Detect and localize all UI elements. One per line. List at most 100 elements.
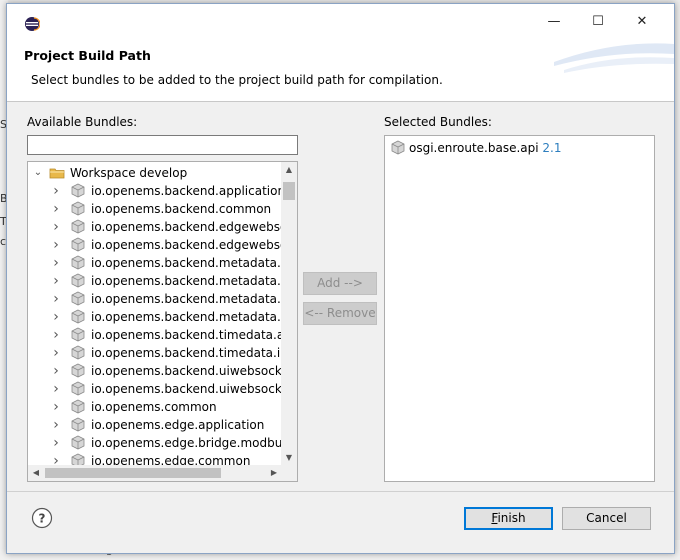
- selected-bundle-name: osgi.enroute.base.api: [409, 141, 539, 155]
- chevron-right-icon[interactable]: ›: [50, 254, 62, 272]
- help-icon[interactable]: ?: [31, 507, 53, 529]
- tree-item-label: io.openems.backend.metadata.dummy: [91, 274, 282, 288]
- maximize-button[interactable]: ☐: [578, 10, 618, 34]
- chevron-right-icon[interactable]: ›: [50, 416, 62, 434]
- bundle-filter-input[interactable]: [27, 135, 298, 155]
- bundle-jar-icon: [71, 309, 85, 324]
- bundle-jar-icon: [71, 327, 85, 342]
- tree-item-label: io.openems.backend.uiwebsocket.a: [91, 364, 282, 378]
- tree-item-label: io.openems.backend.timedata.api: [91, 328, 282, 342]
- dialog-banner: Project Build Path Select bundles to be …: [7, 40, 674, 102]
- bundle-jar-icon: [71, 183, 85, 198]
- available-bundles-label: Available Bundles:: [27, 115, 138, 129]
- tree-item[interactable]: › io.openems.backend.timedata.influx: [28, 344, 282, 362]
- tree-item[interactable]: › io.openems.backend.uiwebsocket.i: [28, 380, 282, 398]
- tree-item[interactable]: › io.openems.common: [28, 398, 282, 416]
- remove-button[interactable]: <-- Remove: [303, 302, 377, 325]
- chevron-right-icon[interactable]: ›: [50, 344, 62, 362]
- bundle-jar-icon: [71, 255, 85, 270]
- tree-item[interactable]: › io.openems.backend.common: [28, 200, 282, 218]
- chevron-right-icon[interactable]: ›: [50, 452, 62, 466]
- chevron-right-icon[interactable]: ›: [50, 362, 62, 380]
- chevron-right-icon[interactable]: ›: [50, 218, 62, 236]
- dialog-description: Select bundles to be added to the projec…: [31, 73, 443, 87]
- tree-content: ⌄ Workspace develop › io.openems.backend.…: [28, 162, 282, 466]
- bundle-jar-icon: [71, 219, 85, 234]
- tree-item-label: io.openems.edge.application: [91, 418, 265, 432]
- cancel-button[interactable]: Cancel: [562, 507, 651, 530]
- bundle-jar-icon: [71, 201, 85, 216]
- bundle-jar-icon: [71, 399, 85, 414]
- tree-item[interactable]: › io.openems.edge.bridge.modbus: [28, 434, 282, 452]
- tree-item-label: io.openems.edge.bridge.modbus: [91, 436, 282, 450]
- dialog-title: Project Build Path: [24, 48, 151, 63]
- tree-item-label: io.openems.backend.application: [91, 184, 282, 198]
- bundle-jar-icon: [71, 417, 85, 432]
- bundle-jar-icon: [71, 435, 85, 450]
- tree-item[interactable]: › io.openems.edge.application: [28, 416, 282, 434]
- chevron-right-icon[interactable]: ›: [50, 290, 62, 308]
- chevron-right-icon[interactable]: ›: [50, 236, 62, 254]
- horizontal-scrollbar[interactable]: ◀ ▶: [28, 465, 282, 481]
- close-button[interactable]: ✕: [622, 10, 662, 34]
- tree-item[interactable]: › io.openems.backend.edgewebsocket: [28, 236, 282, 254]
- tree-item-label: io.openems.backend.metadata.odoo: [91, 310, 282, 324]
- tree-item-label: io.openems.backend.edgewebsocket: [91, 220, 282, 234]
- chevron-right-icon[interactable]: ›: [50, 326, 62, 344]
- tree-item[interactable]: › io.openems.edge.common: [28, 452, 282, 466]
- tree-item-label: io.openems.edge.common: [91, 454, 251, 466]
- finish-label: inish: [497, 511, 526, 525]
- bundle-jar-icon: [71, 291, 85, 306]
- tree-item[interactable]: › io.openems.backend.metadata.dummy: [28, 272, 282, 290]
- chevron-right-icon[interactable]: ›: [50, 308, 62, 326]
- tree-item[interactable]: › io.openems.backend.application: [28, 182, 282, 200]
- scroll-corner: [281, 465, 297, 481]
- scroll-left-arrow-icon[interactable]: ◀: [28, 465, 44, 481]
- bundle-jar-icon: [71, 345, 85, 360]
- selected-bundles-list[interactable]: osgi.enroute.base.api 2.1: [384, 135, 655, 482]
- vertical-scrollbar[interactable]: ▲ ▼: [281, 162, 297, 466]
- minimize-button[interactable]: —: [534, 10, 574, 34]
- finish-button[interactable]: Finish: [464, 507, 553, 530]
- banner-decoration-icon: [554, 43, 674, 73]
- tree-item[interactable]: › io.openems.backend.metadata.api: [28, 254, 282, 272]
- tree-item[interactable]: › io.openems.backend.uiwebsocket.a: [28, 362, 282, 380]
- chevron-right-icon[interactable]: ›: [50, 200, 62, 218]
- chevron-right-icon[interactable]: ›: [50, 434, 62, 452]
- svg-text:?: ?: [39, 512, 46, 526]
- add-button[interactable]: Add -->: [303, 272, 377, 295]
- bundle-jar-icon: [391, 140, 405, 155]
- scroll-right-arrow-icon[interactable]: ▶: [266, 465, 282, 481]
- tree-item-label: io.openems.backend.timedata.influx: [91, 346, 282, 360]
- horizontal-scroll-thumb[interactable]: [45, 468, 221, 478]
- tree-item-label: io.openems.backend.edgewebsocket: [91, 238, 282, 252]
- tree-item-label: io.openems.backend.uiwebsocket.i: [91, 382, 282, 396]
- chevron-right-icon[interactable]: ›: [50, 380, 62, 398]
- tree-item[interactable]: › io.openems.backend.metadata.file: [28, 290, 282, 308]
- tree-root-workspace[interactable]: ⌄ Workspace develop: [28, 164, 282, 182]
- eclipse-icon: [25, 17, 40, 31]
- tree-item[interactable]: › io.openems.backend.timedata.api: [28, 326, 282, 344]
- scroll-up-arrow-icon[interactable]: ▲: [281, 162, 297, 178]
- project-build-path-dialog: — ☐ ✕ Project Build Path Select bundles …: [6, 3, 675, 554]
- scroll-down-arrow-icon[interactable]: ▼: [281, 450, 297, 466]
- tree-item[interactable]: › io.openems.backend.metadata.odoo: [28, 308, 282, 326]
- tree-item[interactable]: › io.openems.backend.edgewebsocket: [28, 218, 282, 236]
- available-bundles-tree[interactable]: ⌄ Workspace develop › io.openems.backend.…: [27, 161, 298, 482]
- title-bar: — ☐ ✕: [7, 4, 674, 40]
- tree-item-label: io.openems.backend.metadata.file: [91, 292, 282, 306]
- tree-item-label: io.openems.common: [91, 400, 217, 414]
- bundle-jar-icon: [71, 237, 85, 252]
- selected-bundles-label: Selected Bundles:: [384, 115, 492, 129]
- chevron-right-icon[interactable]: ›: [50, 398, 62, 416]
- chevron-right-icon[interactable]: ›: [50, 182, 62, 200]
- vertical-scroll-thumb[interactable]: [283, 182, 295, 200]
- bundle-jar-icon: [71, 273, 85, 288]
- chevron-right-icon[interactable]: ›: [50, 272, 62, 290]
- tree-root-label: Workspace develop: [70, 166, 188, 180]
- folder-icon: [49, 168, 65, 179]
- chevron-down-icon[interactable]: ⌄: [32, 164, 44, 182]
- tree-item-label: io.openems.backend.common: [91, 202, 272, 216]
- bundle-jar-icon: [71, 363, 85, 378]
- selected-bundle-label: osgi.enroute.base.api 2.1: [409, 139, 562, 157]
